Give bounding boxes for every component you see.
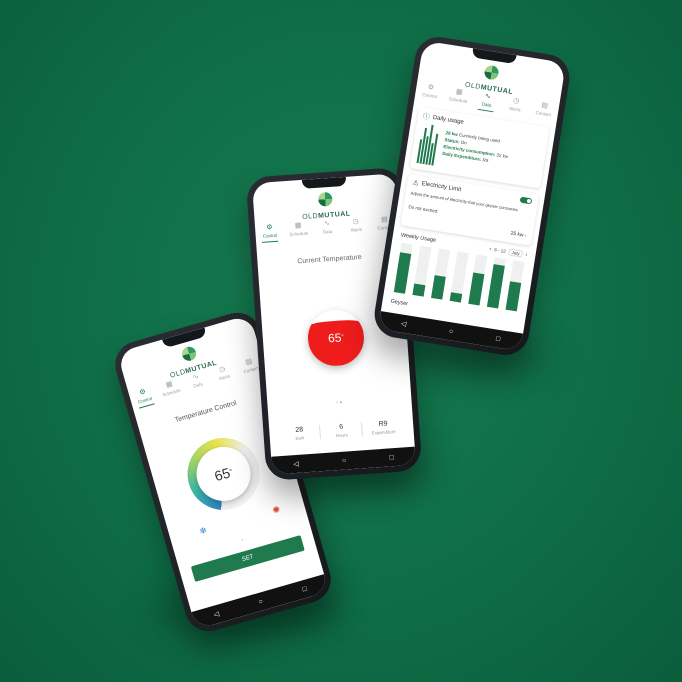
page-title: Current Temperature — [297, 253, 362, 266]
limit-toggle[interactable] — [519, 196, 533, 205]
calendar-icon: ▦ — [455, 88, 464, 97]
phone-right-screen: OLDMUTUAL ⚙ Control ▦ Schedule ∿ Data ◷ Aler… — [378, 40, 566, 352]
gauge-value: 65 ° — [327, 330, 345, 346]
document-icon: ▤ — [540, 101, 549, 110]
stat-value: R9 — [378, 420, 388, 429]
sliders-icon: ⚙ — [138, 388, 147, 397]
warning-icon: ⚠ — [411, 179, 420, 188]
tab-control[interactable]: ⚙ Control — [417, 82, 444, 104]
weekly-bar — [449, 292, 463, 303]
dial-knob: 65 ° — [190, 440, 257, 508]
tab-data[interactable]: ∿ Data — [474, 91, 501, 113]
set-button[interactable]: SET — [190, 535, 305, 582]
stat-label: Expenditure — [371, 428, 396, 436]
calendar-icon: ▦ — [165, 380, 174, 390]
stat-value: 28 — [295, 426, 304, 434]
stat-label: Hours — [335, 432, 348, 439]
back-icon[interactable]: ◁ — [293, 460, 299, 468]
recent-apps-icon[interactable]: □ — [302, 585, 308, 593]
chevron-right-icon: › — [524, 232, 527, 239]
limit-value[interactable]: 25 kw › — [510, 231, 527, 239]
tab-contact[interactable]: ▤ Contact — [530, 100, 557, 122]
brand-logo-icon — [180, 345, 198, 363]
weekly-usage-title: Weekly Usage — [400, 231, 437, 244]
document-icon: ▤ — [380, 216, 388, 224]
geyser-label: Geyser — [390, 298, 409, 308]
stat-item: R9 Expenditure — [363, 419, 404, 436]
recent-apps-icon[interactable]: □ — [496, 335, 501, 343]
android-nav-bar: ◁ ○ □ — [271, 446, 417, 475]
phone-right: OLDMUTUAL ⚙ Control ▦ Schedule ∿ Data ◷ Aler… — [371, 33, 573, 359]
recent-apps-icon[interactable]: □ — [389, 454, 394, 461]
tab-alerts[interactable]: ◷ Alerts — [343, 217, 368, 237]
sliders-icon: ⚙ — [427, 83, 435, 92]
tab-data[interactable]: ∿ Data — [315, 219, 340, 239]
tab-schedule[interactable]: ▦ Schedule — [286, 221, 311, 241]
weekly-bar — [412, 283, 426, 297]
notch — [301, 176, 347, 189]
temperature-dial[interactable]: 65 ° — [179, 429, 269, 519]
weekly-bar — [431, 275, 446, 300]
back-icon[interactable]: ◁ — [400, 319, 407, 328]
weekly-bar — [505, 281, 522, 312]
pulse-icon: ∿ — [192, 373, 200, 382]
weekly-bar — [486, 264, 505, 309]
sun-icon: ✺ — [271, 503, 282, 516]
brand-logo-icon — [317, 191, 333, 207]
dial-unit: ° — [228, 468, 234, 476]
do-not-exceed-label: Do not exceed: — [408, 204, 439, 214]
tab-schedule[interactable]: ▦ Schedule — [445, 87, 472, 109]
weekly-bar — [393, 252, 412, 294]
chevron-right-icon[interactable]: › — [525, 252, 528, 258]
snowflake-icon: ❄ — [198, 524, 209, 537]
calendar-icon: ▦ — [294, 222, 302, 230]
home-icon[interactable]: ○ — [258, 598, 264, 606]
stats-row: 28 Kwh 6 Hours R9 Expenditure — [279, 419, 404, 443]
weekly-bar — [468, 272, 485, 306]
brand-logo-icon — [483, 64, 500, 81]
clock-icon: ◷ — [512, 97, 520, 106]
info-icon: ⓘ — [422, 113, 431, 122]
tab-control[interactable]: ⚙ Control — [257, 223, 282, 243]
toggle-knob — [526, 198, 532, 204]
clock-icon: ◷ — [352, 218, 359, 226]
clock-icon: ◷ — [218, 365, 227, 374]
stat-value: 6 — [339, 423, 344, 431]
month-select[interactable]: July — [508, 248, 524, 258]
stat-item: 6 Hours — [321, 422, 363, 440]
stat-item: 28 Kwh — [279, 425, 322, 443]
week-range: 6 - 12 — [493, 247, 507, 254]
back-icon[interactable]: ◁ — [213, 610, 220, 619]
tab-alerts[interactable]: ◷ Alerts — [502, 96, 529, 118]
daily-usage-bars — [416, 123, 442, 166]
set-button-label: SET — [241, 554, 255, 564]
temperature-gauge: 65 ° — [306, 308, 366, 368]
notch — [471, 48, 517, 65]
daily-usage-details: 28 kw Currently being used Status: On El… — [442, 129, 511, 167]
sliders-icon: ⚙ — [266, 224, 273, 232]
stat-label: Kwh — [295, 435, 305, 441]
document-icon: ▤ — [244, 357, 254, 367]
home-icon[interactable]: ○ — [342, 457, 347, 464]
chevron-left-icon[interactable]: ‹ — [489, 246, 492, 252]
dial-value: 65 — [212, 464, 232, 485]
page-indicator: • ● — [336, 399, 343, 407]
daily-usage-card: ⓘ Daily usage 28 kw Currently being used … — [409, 106, 550, 189]
home-icon[interactable]: ○ — [448, 328, 453, 336]
pulse-icon: ∿ — [323, 220, 331, 228]
pulse-icon: ∿ — [484, 92, 492, 101]
